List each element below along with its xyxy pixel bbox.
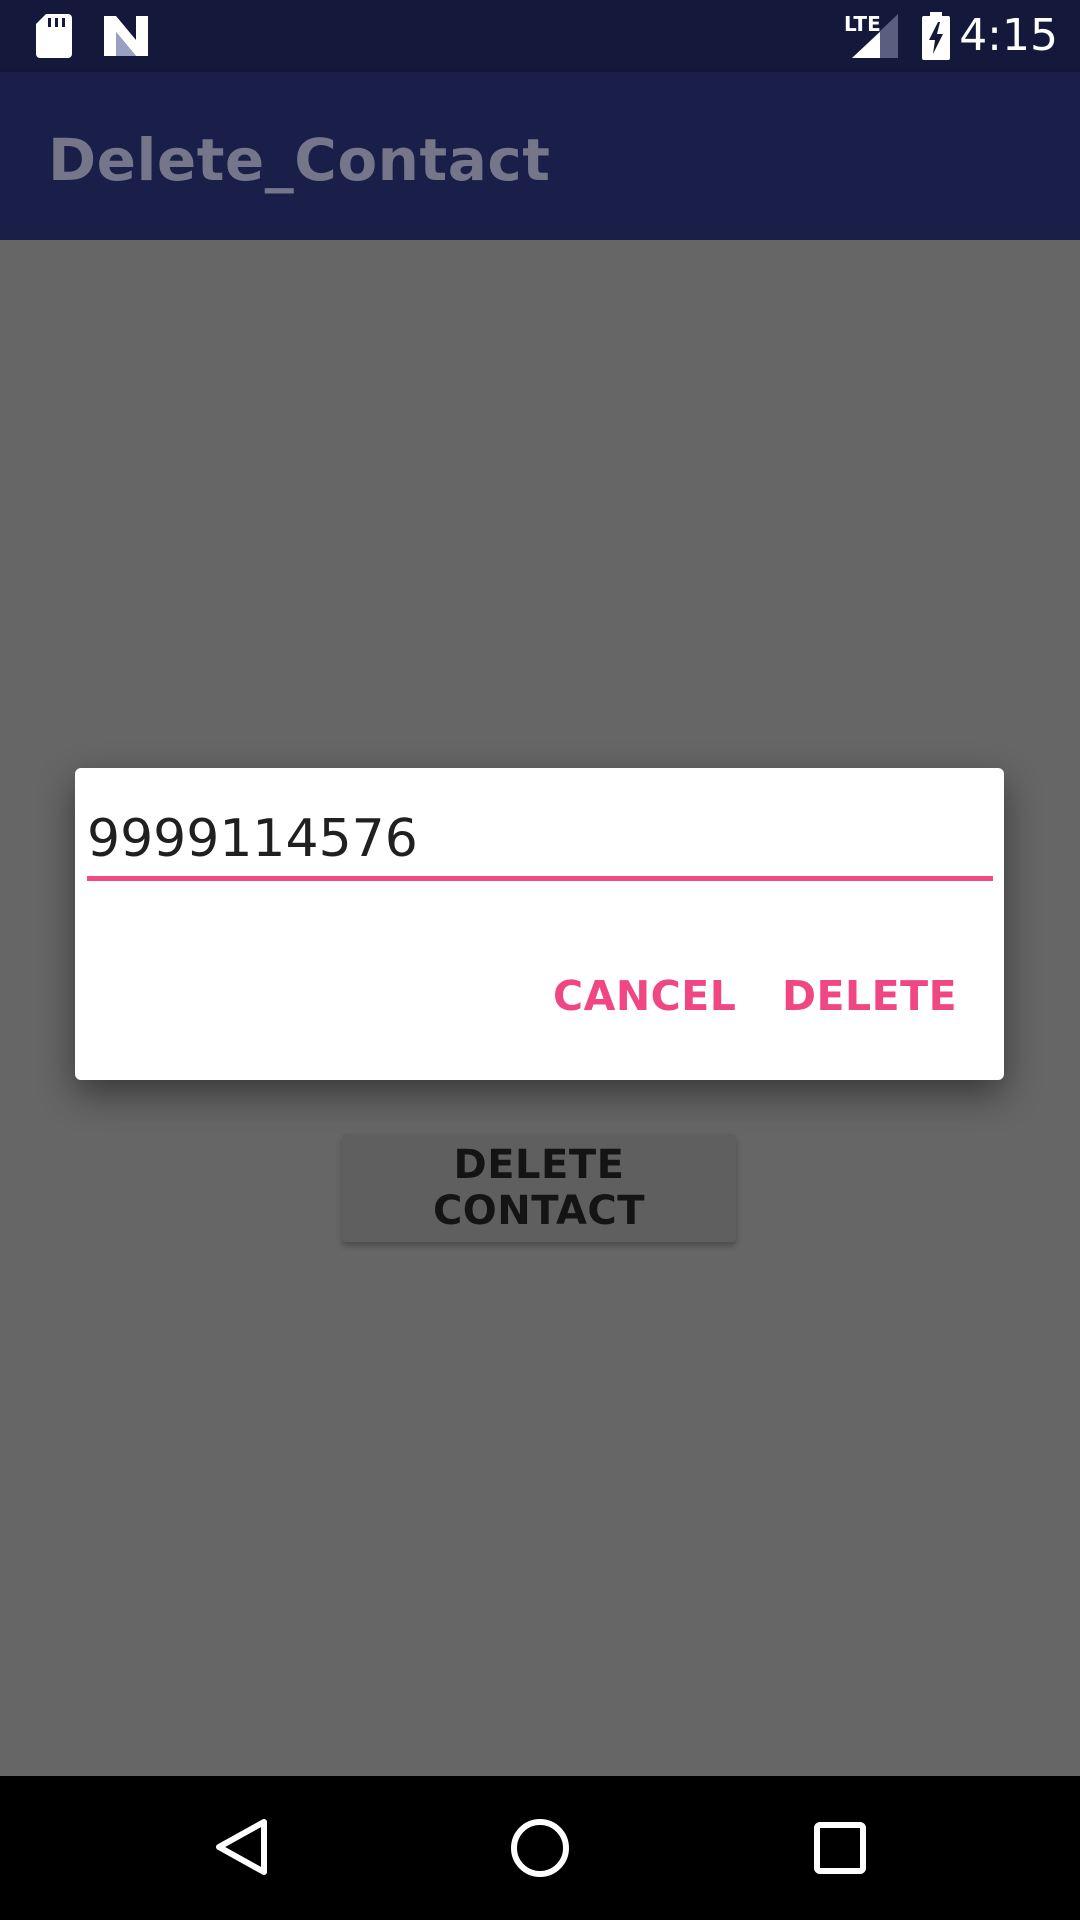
page-title: Delete_Contact xyxy=(48,126,551,194)
phone-number-input[interactable] xyxy=(87,808,993,870)
delete-button[interactable]: DELETE xyxy=(776,960,963,1032)
signal-icon xyxy=(852,14,898,58)
n-logo-icon xyxy=(104,16,148,56)
battery-charging-icon xyxy=(922,12,950,60)
status-bar: LTE 4:15 xyxy=(0,0,1080,72)
delete-contact-button[interactable]: DELETE CONTACT xyxy=(342,1134,736,1242)
delete-dialog: CANCEL DELETE xyxy=(75,768,1004,1080)
app-bar: Delete_Contact xyxy=(0,72,1080,240)
sd-card-icon xyxy=(36,14,72,58)
clock: 4:15 xyxy=(959,10,1058,61)
input-underline xyxy=(87,876,993,881)
back-icon[interactable] xyxy=(214,1818,268,1876)
home-icon[interactable] xyxy=(510,1818,570,1878)
navigation-bar xyxy=(0,1776,1080,1920)
cancel-button[interactable]: CANCEL xyxy=(547,960,742,1032)
recents-icon[interactable] xyxy=(814,1822,866,1874)
